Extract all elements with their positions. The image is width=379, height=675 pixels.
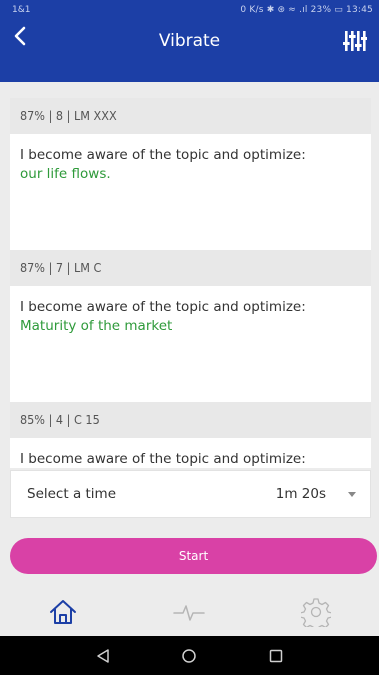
system-back-button[interactable] [89,642,117,670]
pulse-icon [173,605,206,621]
system-recents-button[interactable] [262,642,290,670]
circle-home-icon [182,648,197,663]
list-item[interactable]: 87% | 8 | LM XXX I become aware of the t… [10,98,371,250]
page-title: Vibrate [158,31,221,51]
card-header: 87% | 8 | LM XXX [10,98,371,134]
card-highlight: Maturity of the market [20,318,173,334]
system-nav-bar [0,636,379,675]
list-item[interactable]: 87% | 7 | LM C I become aware of the top… [10,250,371,402]
status-bar: 1&1 0 K/s ✱ ⊛ ≈ .ıl 23% ▭ 13:45 [0,0,379,20]
time-select-label: Select a time [27,486,117,502]
carrier-label: 1&1 [12,5,31,15]
home-icon [50,600,77,624]
time-select[interactable]: Select a time 1m 20s [10,470,371,518]
card-body: I become aware of the topic and optimize… [10,438,371,468]
triangle-back-icon [97,648,109,663]
equalizer-icon [343,31,367,51]
tab-home[interactable] [43,594,83,630]
settings-icon [300,598,331,627]
list-item[interactable]: 85% | 4 | C 15 I become aware of the top… [10,402,371,468]
card-text: I become aware of the topic and optimize… [20,299,306,315]
tab-settings[interactable] [296,594,336,630]
app-bar: Vibrate [0,20,379,82]
card-header: 87% | 7 | LM C [10,250,371,286]
card-highlight: our life flows. [20,166,111,182]
chevron-left-icon [14,26,26,46]
card-header: 85% | 4 | C 15 [10,402,371,438]
card-body: I become aware of the topic and optimize… [10,286,371,402]
square-recents-icon [269,649,283,662]
card-text: I become aware of the topic and optimize… [20,147,306,163]
system-home-button[interactable] [175,642,203,670]
caret-down-icon [348,491,356,497]
tab-pulse[interactable] [169,594,209,630]
status-indicators: 0 K/s ✱ ⊛ ≈ .ıl 23% ▭ 13:45 [240,5,373,15]
time-select-value-wrap[interactable]: 1m 20s [276,486,356,502]
card-body: I become aware of the topic and optimize… [10,134,371,250]
start-button[interactable]: Start [10,538,377,574]
time-select-value: 1m 20s [275,486,326,502]
results-list[interactable]: 87% | 8 | LM XXX I become aware of the t… [10,98,371,468]
back-button[interactable] [8,22,32,50]
equalizer-button[interactable] [343,29,367,53]
bottom-nav [0,588,379,636]
card-text: I become aware of the topic and optimize… [20,451,306,467]
